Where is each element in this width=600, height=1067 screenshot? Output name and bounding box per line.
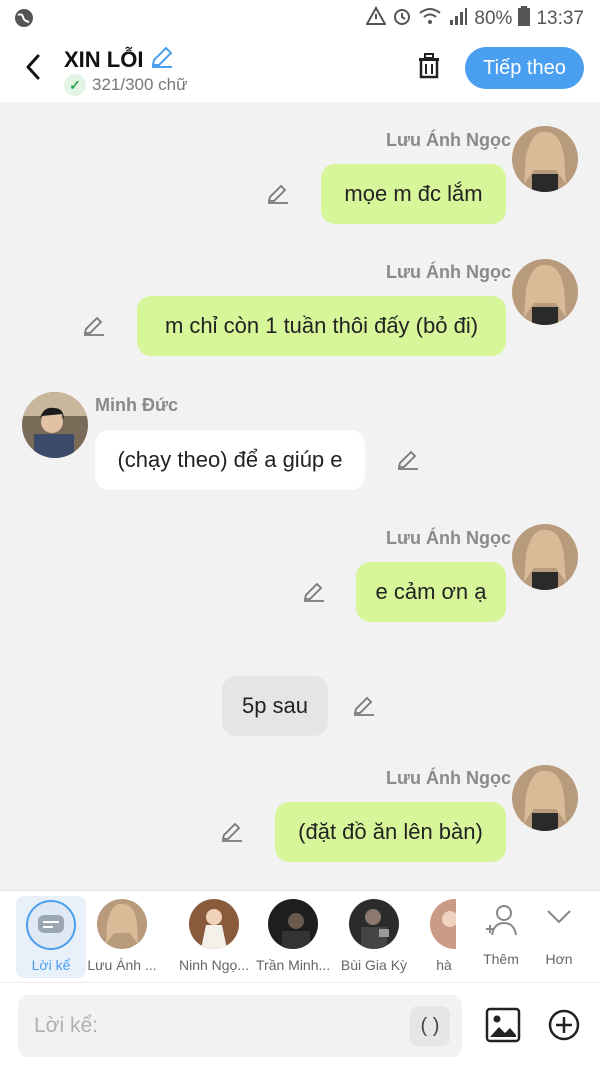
character-bar: Lời kể Lưu Ánh ... Ninh Ngọ... Trần Minh… — [0, 890, 600, 982]
input-bar: ( ) — [0, 982, 600, 1067]
edit-pencil-icon[interactable] — [82, 314, 106, 338]
character-label: Lưu Ánh ... — [87, 957, 157, 973]
character-item[interactable]: Trần Minh... — [256, 891, 330, 983]
wifi-icon — [418, 6, 442, 32]
story-title: XIN LỖI — [64, 47, 144, 72]
edit-pencil-icon[interactable] — [220, 820, 244, 844]
character-label: Lời kể — [31, 957, 71, 973]
character-narrator[interactable]: Lời kể — [16, 896, 86, 978]
message-bubble[interactable]: (đặt đồ ăn lên bàn) — [275, 802, 506, 862]
more-label: Hơn — [545, 951, 573, 967]
message-bubble[interactable]: mọe m đc lắm — [321, 164, 506, 224]
sender-name: Minh Đức — [95, 395, 179, 415]
avatar — [268, 899, 318, 949]
chat-area: Lưu Ánh Ngọc mọe m đc lắm Lưu Ánh Ngọc m… — [0, 102, 600, 890]
edit-pencil-icon[interactable] — [396, 448, 420, 472]
avatar — [349, 899, 399, 949]
message-bubble[interactable]: (chạy theo) để a giúp e — [95, 430, 365, 490]
char-counter: 321/300 chữ — [92, 75, 188, 94]
status-bar: 80% 13:37 — [0, 0, 600, 36]
add-person-icon — [484, 903, 520, 942]
edit-pencil-icon[interactable] — [302, 580, 326, 604]
back-arrow-icon[interactable] — [20, 50, 46, 84]
warning-icon — [365, 5, 388, 32]
alarm-icon — [392, 6, 412, 32]
character-item[interactable]: Bùi Gia Kỳ — [338, 891, 410, 983]
avatar[interactable] — [512, 524, 578, 590]
character-label: hà — [436, 957, 452, 973]
clock-time: 13:37 — [536, 8, 584, 29]
battery-icon — [518, 6, 531, 32]
battery-percent: 80% — [474, 8, 513, 29]
next-button[interactable]: Tiếp theo — [465, 47, 584, 89]
chevron-down-icon — [545, 907, 573, 932]
narration-input[interactable] — [18, 995, 398, 1057]
edit-title-pencil-icon[interactable] — [149, 44, 175, 76]
plus-circle-icon[interactable] — [547, 1008, 581, 1047]
message-bubble[interactable]: e cảm ơn ạ — [356, 562, 506, 622]
globe-icon — [14, 8, 34, 34]
avatar[interactable] — [512, 126, 578, 192]
character-item[interactable]: Lưu Ánh ... — [86, 891, 158, 983]
character-label: Ninh Ngọ... — [178, 957, 250, 973]
header: XIN LỖI ✓ 321/300 chữ Tiếp theo — [0, 36, 600, 102]
narration-bubble[interactable]: 5p sau — [222, 676, 328, 736]
sender-name: Lưu Ánh Ngọc — [386, 768, 512, 788]
character-label: Bùi Gia Kỳ — [340, 957, 408, 973]
sender-name: Lưu Ánh Ngọc — [386, 262, 512, 282]
avatar — [189, 899, 239, 949]
character-label: Trần Minh... — [256, 957, 330, 973]
message-bubble[interactable]: m chỉ còn 1 tuần thôi đấy (bỏ đi) — [137, 296, 506, 356]
avatar[interactable] — [512, 765, 578, 831]
parenthesis-button[interactable]: ( ) — [410, 1006, 450, 1046]
sender-name: Lưu Ánh Ngọc — [386, 528, 512, 548]
avatar[interactable] — [22, 392, 88, 458]
more-button[interactable]: Hơn — [524, 891, 594, 983]
input-box: ( ) — [18, 995, 462, 1057]
avatar — [430, 899, 456, 949]
avatar — [97, 899, 147, 949]
signal-icon — [448, 6, 468, 32]
edit-pencil-icon[interactable] — [352, 694, 376, 718]
character-item[interactable]: Ninh Ngọ... — [174, 891, 254, 983]
narrator-bubble-icon — [26, 900, 76, 950]
sender-name: Lưu Ánh Ngọc — [386, 130, 512, 150]
image-icon[interactable] — [485, 1007, 521, 1048]
character-item[interactable]: hà — [416, 891, 456, 983]
edit-pencil-icon[interactable] — [266, 182, 290, 206]
check-icon: ✓ — [64, 74, 86, 96]
trash-icon[interactable] — [414, 51, 444, 86]
avatar[interactable] — [512, 259, 578, 325]
